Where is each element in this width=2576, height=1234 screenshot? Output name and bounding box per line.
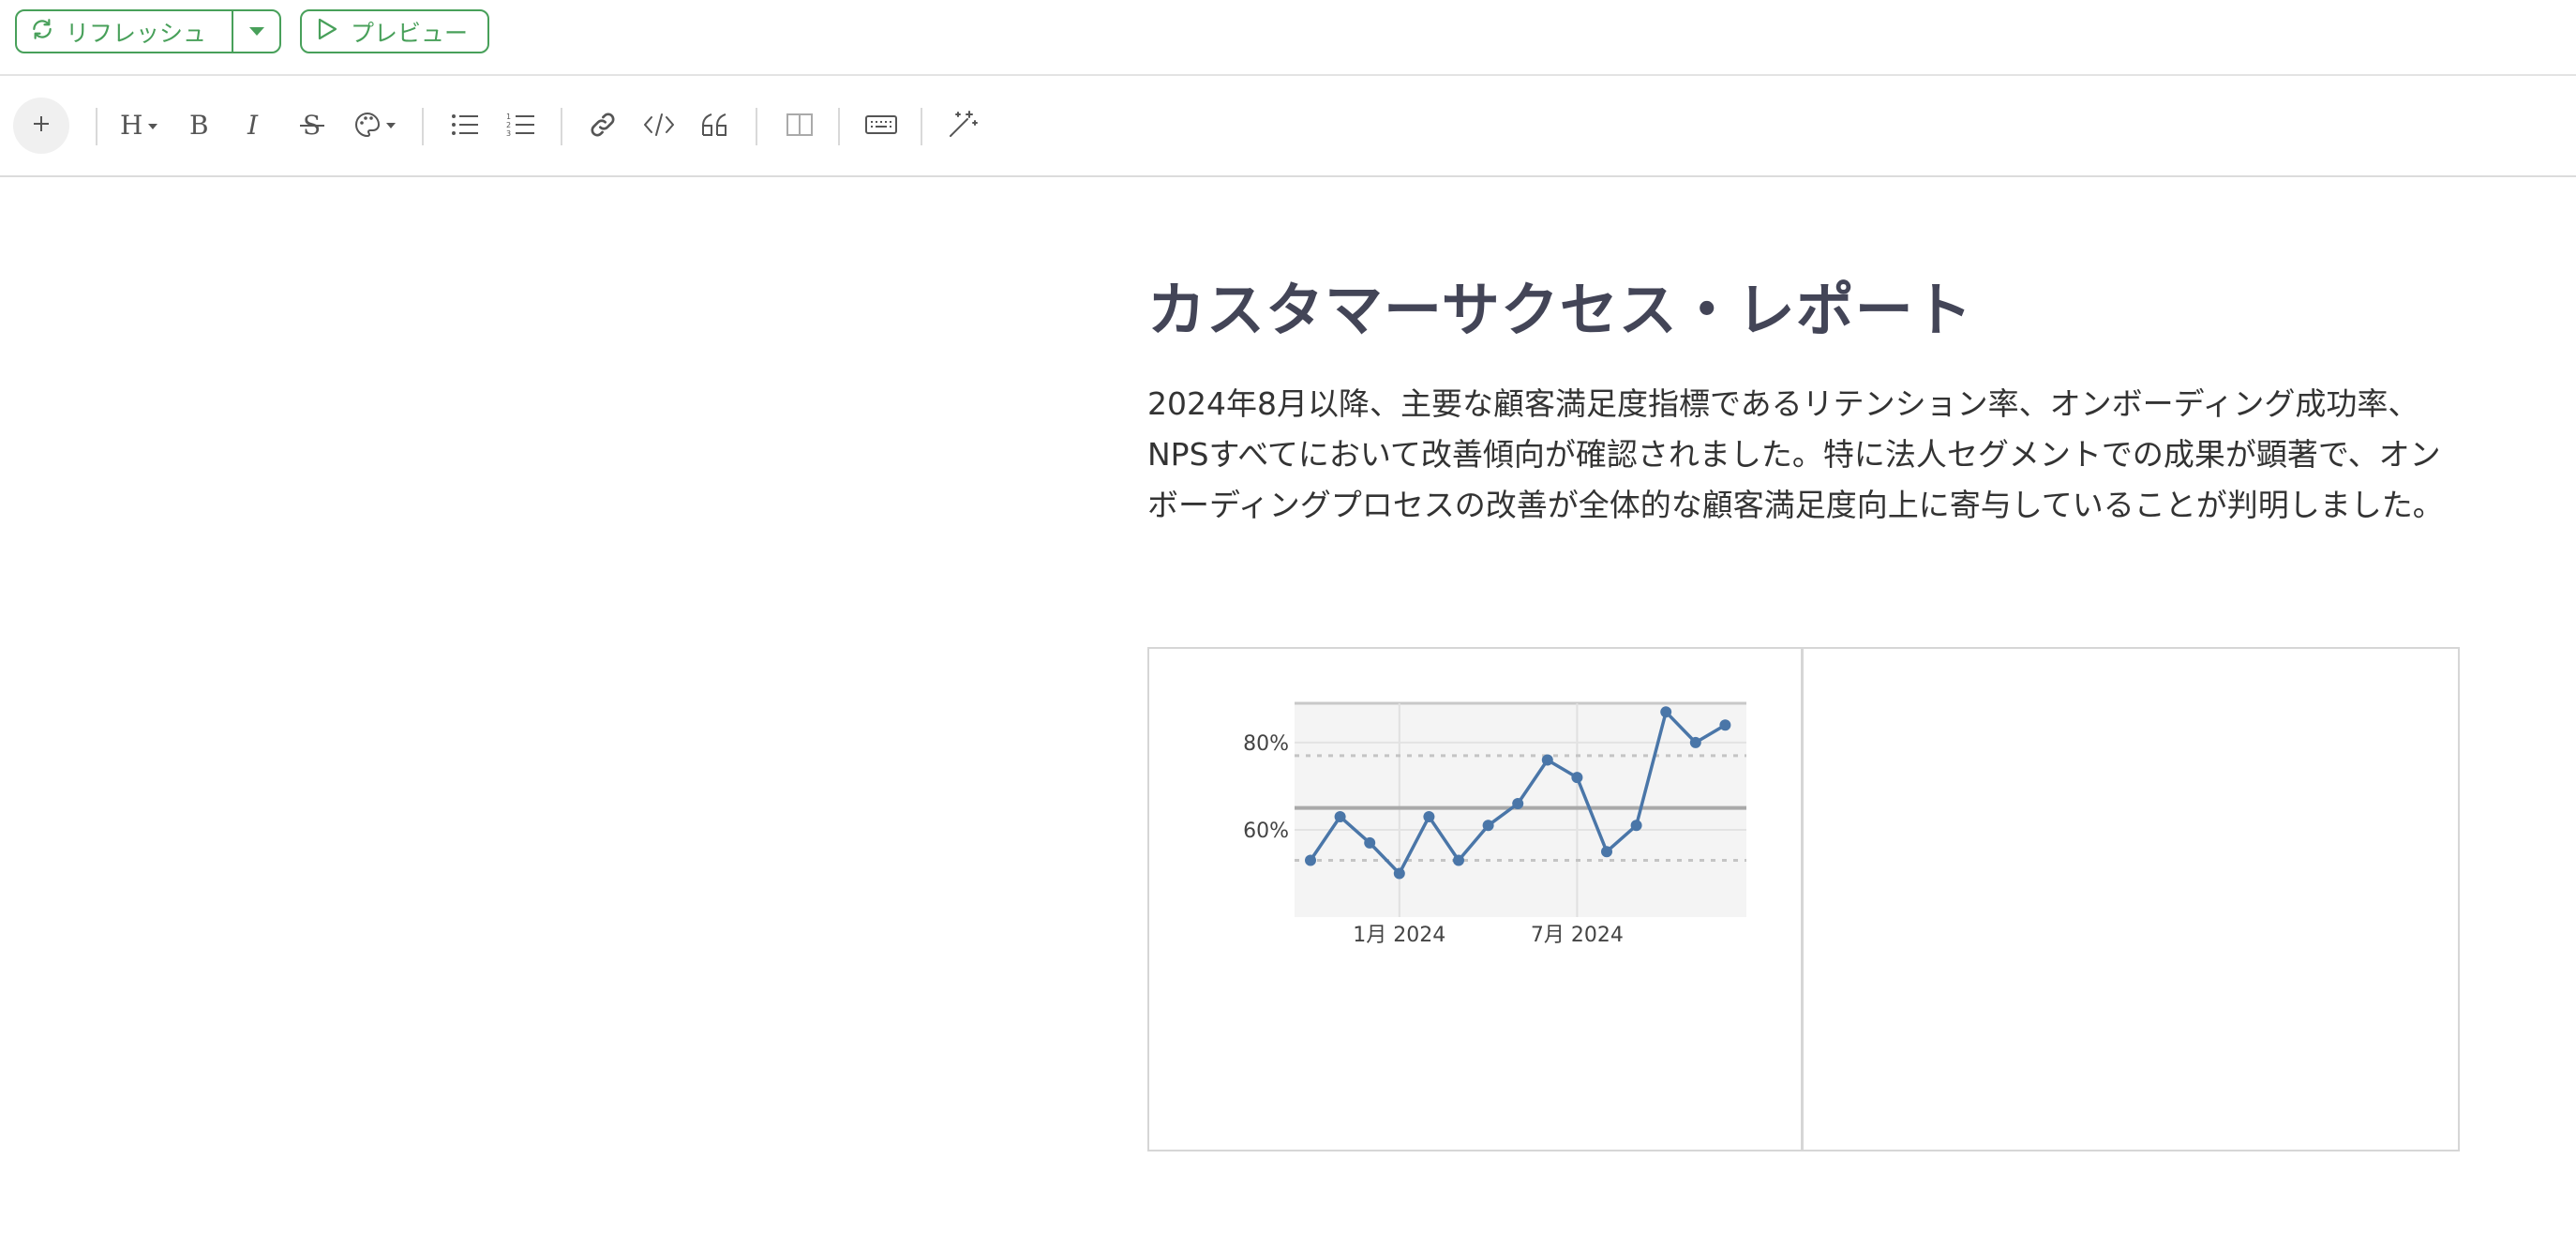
y-tick-label: 60% [1243,820,1289,843]
report-summary: 2024年8月以降、主要な顧客満足度指標であるリテンション率、オンボーディング成… [1147,385,2444,523]
code-icon [643,111,675,143]
report-title: カスタマーサクセス・レポート [1147,276,1973,344]
data-point [1601,846,1612,858]
heading-icon: H [118,110,165,143]
numbered-list-icon: 123 [506,112,536,142]
data-point [1512,798,1524,810]
numbered-list-button[interactable]: 123 [502,100,540,153]
strikethrough-icon: S [298,110,326,143]
svg-text:1: 1 [506,113,511,121]
link-icon [588,110,618,143]
chart-cell[interactable]: 1月 2024 7月 2024 60% 80% [1149,649,1804,1150]
data-point [1334,810,1346,822]
quote-icon [700,111,730,143]
toolbar-divider [838,108,840,145]
data-point [1541,754,1553,766]
code-button[interactable] [639,100,679,153]
x-tick-label: 1月 2024 [1353,924,1445,947]
toolbar-divider [561,108,562,145]
caret-down-icon [248,23,264,40]
plus-icon [31,113,52,138]
toolbar-divider [756,108,757,145]
svg-text:B: B [189,110,209,140]
two-column-layout: 1月 2024 7月 2024 60% 80% [1147,647,2460,1151]
italic-button[interactable]: I [240,100,272,153]
preview-label: プレビュー [351,19,469,47]
line-chart: 1月 2024 7月 2024 60% 80% [1243,701,1746,947]
data-point [1453,854,1464,866]
svg-text:H: H [120,111,142,139]
data-point [1393,867,1405,880]
data-point [1660,706,1672,718]
keyboard-icon [864,113,898,141]
y-tick-label: 80% [1243,732,1289,756]
keyboard-button[interactable] [861,100,902,153]
plot-area [1295,703,1746,917]
editor-toolbar: H B I S 1 2 3 [0,76,2576,177]
refresh-button-group: リフレッシュ [15,9,281,53]
data-point [1482,820,1494,832]
strikethrough-button[interactable]: S [296,100,328,153]
palette-icon [352,110,401,143]
quote-button[interactable] [696,100,735,153]
add-block-button[interactable] [13,98,69,154]
toolbar-divider [921,108,922,145]
data-point [1305,854,1316,866]
link-button[interactable] [583,100,622,153]
data-point [1630,820,1642,832]
text-color-button[interactable] [351,100,403,153]
svg-text:I: I [247,110,259,140]
svg-text:2: 2 [506,121,511,129]
toolbar-divider [96,108,97,145]
columns-icon [786,113,814,141]
bullet-list-button[interactable] [446,100,484,153]
toolbar-divider [422,108,424,145]
data-point [1719,719,1731,731]
refresh-icon [30,17,54,47]
refresh-label: リフレッシュ [66,19,207,47]
data-point [1364,836,1376,849]
empty-cell[interactable] [1804,649,2458,1150]
play-icon [317,18,337,46]
refresh-dropdown-button[interactable] [233,11,279,52]
data-point [1689,736,1701,748]
svg-text:3: 3 [506,129,511,138]
data-point [1571,772,1583,784]
x-tick-label: 7月 2024 [1531,924,1624,947]
bold-icon: B [186,110,214,143]
refresh-button[interactable]: リフレッシュ [17,11,233,52]
columns-button [780,100,819,153]
data-point [1423,810,1435,822]
bold-button[interactable]: B [184,100,216,153]
magic-wand-icon [947,110,979,143]
preview-button[interactable]: プレビュー [300,9,489,53]
italic-icon: I [242,110,270,143]
bullet-list-icon [450,112,480,142]
heading-button[interactable]: H [116,100,167,153]
top-action-bar: リフレッシュ プレビュー [0,0,2576,76]
magic-wand-button[interactable] [943,100,982,153]
